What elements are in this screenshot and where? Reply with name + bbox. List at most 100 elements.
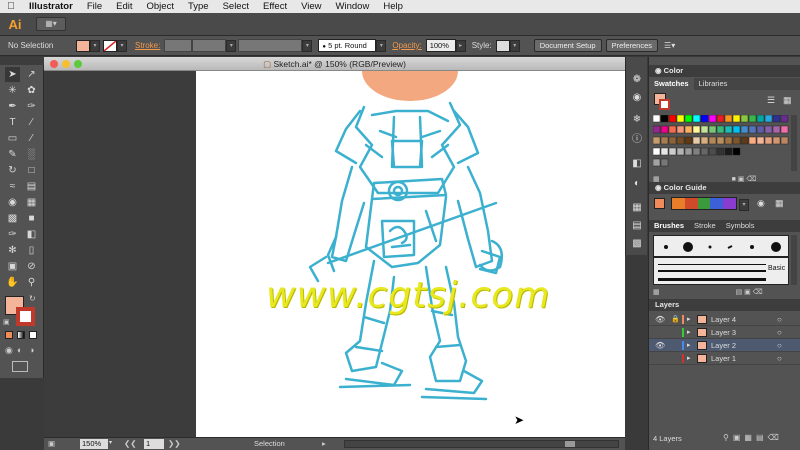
line-segment-tool-icon[interactable]: ∕	[24, 115, 39, 130]
scale-tool-icon[interactable]: □	[24, 163, 39, 178]
fill-dropdown[interactable]: ▾	[90, 39, 100, 52]
swatch-cell[interactable]	[724, 147, 733, 156]
draw-normal-icon[interactable]: ◉	[5, 345, 13, 356]
slice-tool-icon[interactable]: ⊘	[24, 259, 39, 274]
magic-wand-tool-icon[interactable]: ✳	[5, 83, 20, 98]
visibility-eye-icon[interactable]: 👁	[655, 313, 665, 326]
lasso-tool-icon[interactable]: ✿	[24, 83, 39, 98]
menu-select[interactable]: Select	[216, 1, 256, 12]
appearance-panel-icon[interactable]: ❁	[630, 73, 644, 87]
variable-width-profile[interactable]	[192, 39, 227, 52]
opacity-field[interactable]: 100%	[425, 39, 456, 52]
target-circle-icon[interactable]: ○	[777, 352, 782, 365]
status-menu-icon[interactable]: ▸	[322, 439, 326, 448]
swatch-cell[interactable]	[708, 115, 717, 123]
swatch-stroke-preview[interactable]	[659, 99, 670, 110]
menu-edit[interactable]: Edit	[109, 1, 139, 12]
swatch-cell[interactable]	[700, 125, 709, 134]
swatch-cell[interactable]	[740, 136, 749, 145]
tab-swatches[interactable]: Swatches	[649, 78, 694, 90]
pathfinder-panel-icon[interactable]: ▩	[630, 237, 644, 251]
harmony-rule-strip[interactable]	[671, 197, 737, 210]
paintbrush-tool-icon[interactable]: ⁄	[24, 131, 39, 146]
info-panel-icon[interactable]: ⓘ	[630, 133, 644, 147]
swatch-cell[interactable]	[756, 125, 765, 134]
menu-effect[interactable]: Effect	[256, 1, 294, 12]
swatch-cell[interactable]	[740, 115, 749, 123]
swatch-cell[interactable]	[684, 115, 693, 123]
target-circle-icon[interactable]: ○	[777, 326, 782, 339]
brush-tip-row[interactable]	[653, 235, 789, 257]
swatch-cell[interactable]	[772, 125, 781, 134]
swatch-cell[interactable]	[668, 147, 677, 156]
new-brush-icon[interactable]: ▣	[744, 289, 751, 296]
default-fill-stroke-icon[interactable]: ▣	[3, 318, 10, 326]
gradient-panel-icon[interactable]: ◐	[630, 177, 644, 191]
save-color-group-icon[interactable]: ▦	[775, 198, 784, 209]
swatch-cell[interactable]	[660, 125, 669, 134]
clipping-mask-icon[interactable]: ▣	[733, 433, 745, 442]
variable-width-dropdown[interactable]: ▾	[226, 39, 237, 52]
swatch-cell[interactable]	[653, 125, 661, 134]
first-artboard-icon[interactable]: ❮❮	[124, 439, 137, 448]
limit-color-group-icon[interactable]: ◉	[757, 198, 765, 209]
swatch-cell[interactable]	[764, 115, 773, 123]
swatch-cell[interactable]	[676, 125, 685, 134]
tab-stroke[interactable]: Stroke	[689, 220, 721, 232]
swatch-cell[interactable]	[692, 125, 701, 134]
swatch-cell[interactable]	[748, 136, 757, 145]
curvature-tool-icon[interactable]: ✑	[24, 99, 39, 114]
swatch-cell[interactable]	[660, 136, 669, 145]
swatch-cell[interactable]	[684, 125, 693, 134]
color-panel-header[interactable]: ◉ Color	[649, 65, 800, 77]
pencil-tool-icon[interactable]: ✎	[5, 147, 20, 162]
color-guide-base-swatch[interactable]	[654, 198, 665, 209]
stroke-weight-field[interactable]	[164, 39, 193, 52]
swatch-cell[interactable]	[708, 136, 717, 145]
swatch-cell[interactable]	[764, 125, 773, 134]
artboard-number-field[interactable]: 1	[144, 439, 164, 449]
brush-value-dropdown[interactable]: ▾	[376, 39, 387, 52]
locate-object-icon[interactable]: ⚲	[723, 433, 733, 442]
hand-tool-icon[interactable]: ✋	[5, 275, 20, 290]
swatch-cell[interactable]	[653, 115, 661, 123]
expand-layer-icon[interactable]: ▸	[687, 339, 691, 352]
swap-fill-stroke-icon[interactable]: ↻	[29, 294, 36, 303]
menu-view[interactable]: View	[294, 1, 328, 12]
stroke-label[interactable]: Stroke:	[135, 41, 160, 50]
zoom-level-field[interactable]: 150%	[80, 439, 108, 449]
swatch-cell[interactable]	[653, 158, 661, 167]
tools-panel-grip[interactable]	[0, 57, 44, 65]
none-mode-icon[interactable]	[29, 331, 37, 339]
swatch-cell[interactable]	[684, 147, 693, 156]
stroke-color-box[interactable]	[16, 307, 35, 326]
swatch-cell[interactable]	[732, 147, 741, 156]
swatch-cell[interactable]	[732, 136, 741, 145]
swatch-cell[interactable]	[780, 115, 789, 123]
fill-swatch[interactable]	[76, 39, 90, 52]
swatch-cell[interactable]	[700, 147, 709, 156]
harmony-rule-dropdown[interactable]: ▾	[739, 198, 749, 211]
graphic-style-dropdown[interactable]: ▾	[509, 39, 520, 52]
swatch-cell[interactable]	[716, 147, 725, 156]
swatch-cell[interactable]	[708, 125, 717, 134]
gradient-mode-icon[interactable]	[17, 331, 25, 339]
swatch-cell[interactable]	[724, 125, 733, 134]
visibility-eye-icon[interactable]: 👁	[655, 339, 665, 352]
expand-layer-icon[interactable]: ▸	[687, 326, 691, 339]
draw-behind-icon[interactable]: ◐	[17, 345, 22, 355]
delete-layer-icon[interactable]: ⌫	[768, 433, 783, 442]
swatch-cell[interactable]	[724, 115, 733, 123]
column-graph-tool-icon[interactable]: ▯	[24, 243, 39, 258]
selection-tool-icon[interactable]: ➤	[5, 67, 20, 82]
menu-help[interactable]: Help	[376, 1, 410, 12]
character-sketch[interactable]	[196, 71, 625, 437]
stroke-dropdown[interactable]: ▾	[117, 39, 127, 52]
swatch-cell[interactable]	[772, 115, 781, 123]
swatch-cell[interactable]	[740, 125, 749, 134]
artboard-tool-icon[interactable]: ▣	[5, 259, 20, 274]
tab-symbols[interactable]: Symbols	[721, 220, 760, 232]
swatch-cell[interactable]	[748, 125, 757, 134]
symbol-sprayer-tool-icon[interactable]: ✻	[5, 243, 20, 258]
swatch-cell[interactable]	[660, 158, 669, 167]
